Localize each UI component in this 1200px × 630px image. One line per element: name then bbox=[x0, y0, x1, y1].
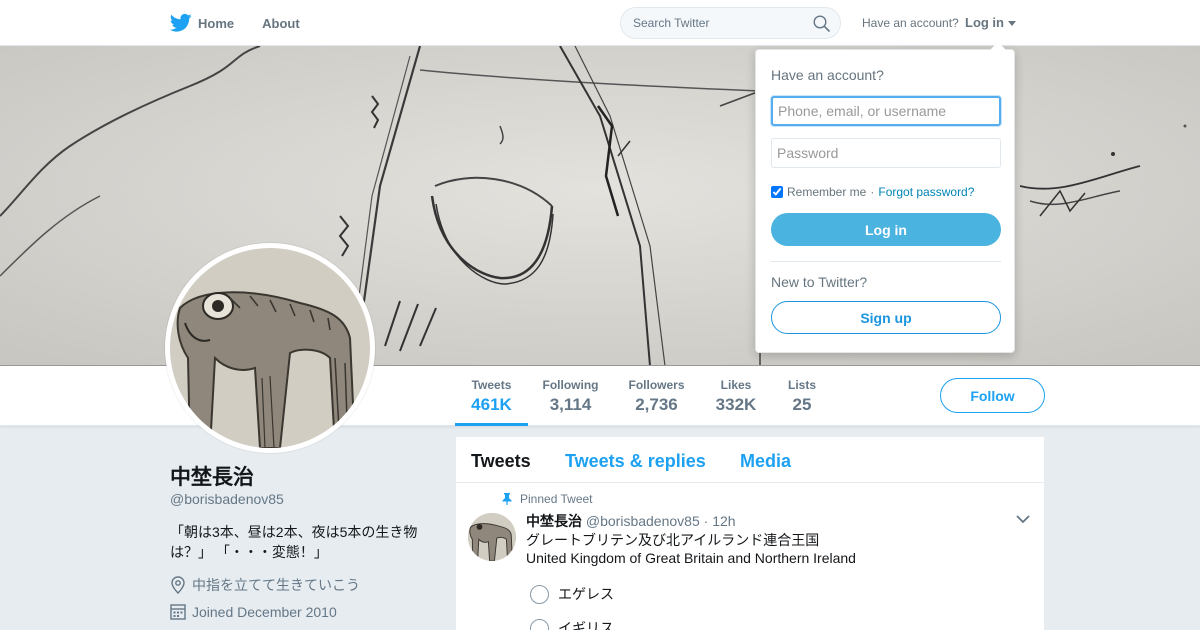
dropdown-arrow bbox=[990, 42, 1006, 50]
profile-joined: Joined December 2010 bbox=[170, 603, 337, 620]
tweet-header: 中埜長治 @borisbadenov85 · 12h bbox=[526, 511, 736, 531]
nav-left: Home About bbox=[170, 0, 328, 46]
new-to-twitter-text: New to Twitter? bbox=[771, 274, 868, 290]
radio-button[interactable] bbox=[530, 584, 549, 604]
stat-lists[interactable]: Lists 25 bbox=[782, 366, 822, 426]
stat-label: Following bbox=[542, 378, 599, 392]
login-menu-link[interactable]: Log in bbox=[965, 15, 1004, 30]
home-label: Home bbox=[198, 15, 235, 31]
have-account-text: Have an account? bbox=[862, 16, 959, 30]
remember-label[interactable]: Remember me bbox=[787, 185, 866, 199]
chevron-down-icon[interactable] bbox=[1016, 515, 1030, 524]
profile-location: 中指を立てて生きていこう bbox=[170, 575, 360, 595]
stat-value: 3,114 bbox=[549, 395, 592, 414]
password-input[interactable] bbox=[771, 138, 1001, 168]
profile-bio: 「朝は3本、昼は2本、夜は5本の生き物は？」 「・・・変態！」 bbox=[170, 524, 418, 560]
stat-label: Tweets bbox=[471, 378, 512, 392]
stat-value: 461K bbox=[471, 395, 512, 414]
tweet-text-line-1: グレートブリテン及び北アイルランド連合王国 bbox=[526, 532, 820, 548]
tweet-author-handle[interactable]: @borisbadenov85 bbox=[586, 513, 700, 529]
profile-name[interactable]: 中埜長治 bbox=[170, 461, 254, 491]
stat-label: Likes bbox=[720, 378, 752, 392]
poll-option-label: イギリス bbox=[558, 620, 614, 630]
search-input[interactable] bbox=[633, 16, 803, 30]
poll-option-2[interactable]: イギリス bbox=[530, 618, 614, 630]
follow-button[interactable]: Follow bbox=[940, 378, 1045, 413]
username-input[interactable] bbox=[771, 96, 1001, 126]
stat-label: Followers bbox=[628, 378, 685, 392]
radio-button[interactable] bbox=[530, 618, 549, 630]
joined-text: Joined December 2010 bbox=[192, 603, 337, 620]
stat-label: Lists bbox=[787, 378, 816, 392]
tweet-timestamp[interactable]: · 12h bbox=[704, 513, 736, 529]
login-dropdown-title: Have an account? bbox=[771, 67, 884, 83]
tab-tweets[interactable]: Tweets bbox=[471, 451, 531, 472]
stat-following[interactable]: Following 3,114 bbox=[538, 366, 603, 426]
signup-button[interactable]: Sign up bbox=[771, 301, 1001, 334]
divider bbox=[771, 261, 1001, 262]
stat-tweets[interactable]: Tweets 461K bbox=[455, 366, 528, 426]
pinned-label-row: Pinned Tweet bbox=[502, 492, 593, 506]
top-nav: Home About Have an account? Log in bbox=[0, 0, 1200, 46]
timeline: Tweets Tweets & replies Media Pinned Twe… bbox=[456, 437, 1044, 630]
location-pin-icon bbox=[171, 576, 185, 594]
separator: · bbox=[870, 185, 875, 199]
tweet-text-line-2: United Kingdom of Great Britain and Nort… bbox=[526, 550, 856, 566]
tab-tweets-replies[interactable]: Tweets & replies bbox=[565, 451, 706, 472]
about-link[interactable]: About bbox=[262, 16, 300, 31]
avatar-image bbox=[170, 248, 370, 448]
poll-option-1[interactable]: エゲレス bbox=[530, 584, 614, 604]
tab-media[interactable]: Media bbox=[740, 451, 791, 472]
stat-value: 25 bbox=[792, 395, 812, 414]
tweet-avatar[interactable] bbox=[468, 513, 516, 561]
search-icon[interactable] bbox=[813, 15, 830, 32]
login-button[interactable]: Log in bbox=[771, 213, 1001, 246]
location-text: 中指を立てて生きていこう bbox=[192, 577, 360, 593]
profile-avatar[interactable] bbox=[165, 243, 375, 453]
pinned-label: Pinned Tweet bbox=[520, 492, 593, 506]
stat-value: 332K bbox=[715, 395, 757, 414]
pin-icon bbox=[502, 493, 512, 505]
timeline-tabs: Tweets Tweets & replies Media bbox=[456, 437, 1044, 483]
tweet-avatar-image bbox=[468, 513, 516, 561]
remember-checkbox[interactable] bbox=[771, 186, 783, 198]
caret-down-icon[interactable] bbox=[1008, 21, 1016, 26]
search-box bbox=[620, 7, 841, 39]
poll-option-label: エゲレス bbox=[558, 586, 614, 602]
stat-value: 2,736 bbox=[635, 395, 678, 414]
login-dropdown: Have an account? Remember me · Forgot pa… bbox=[755, 42, 1015, 353]
profile-handle[interactable]: @borisbadenov85 bbox=[170, 491, 284, 507]
home-link[interactable]: Home bbox=[170, 13, 234, 33]
remember-row: Remember me · Forgot password? bbox=[771, 185, 974, 199]
calendar-icon bbox=[170, 604, 186, 620]
stat-likes[interactable]: Likes 332K bbox=[706, 366, 766, 426]
forgot-password-link[interactable]: Forgot password? bbox=[878, 185, 974, 199]
twitter-bird-icon bbox=[170, 13, 192, 32]
stat-followers[interactable]: Followers 2,736 bbox=[624, 366, 689, 426]
tweet-author-name[interactable]: 中埜長治 bbox=[526, 513, 582, 529]
pinned-tweet[interactable]: Pinned Tweet 中埜長治 @borisbadenov85 · 12h … bbox=[456, 483, 1044, 630]
